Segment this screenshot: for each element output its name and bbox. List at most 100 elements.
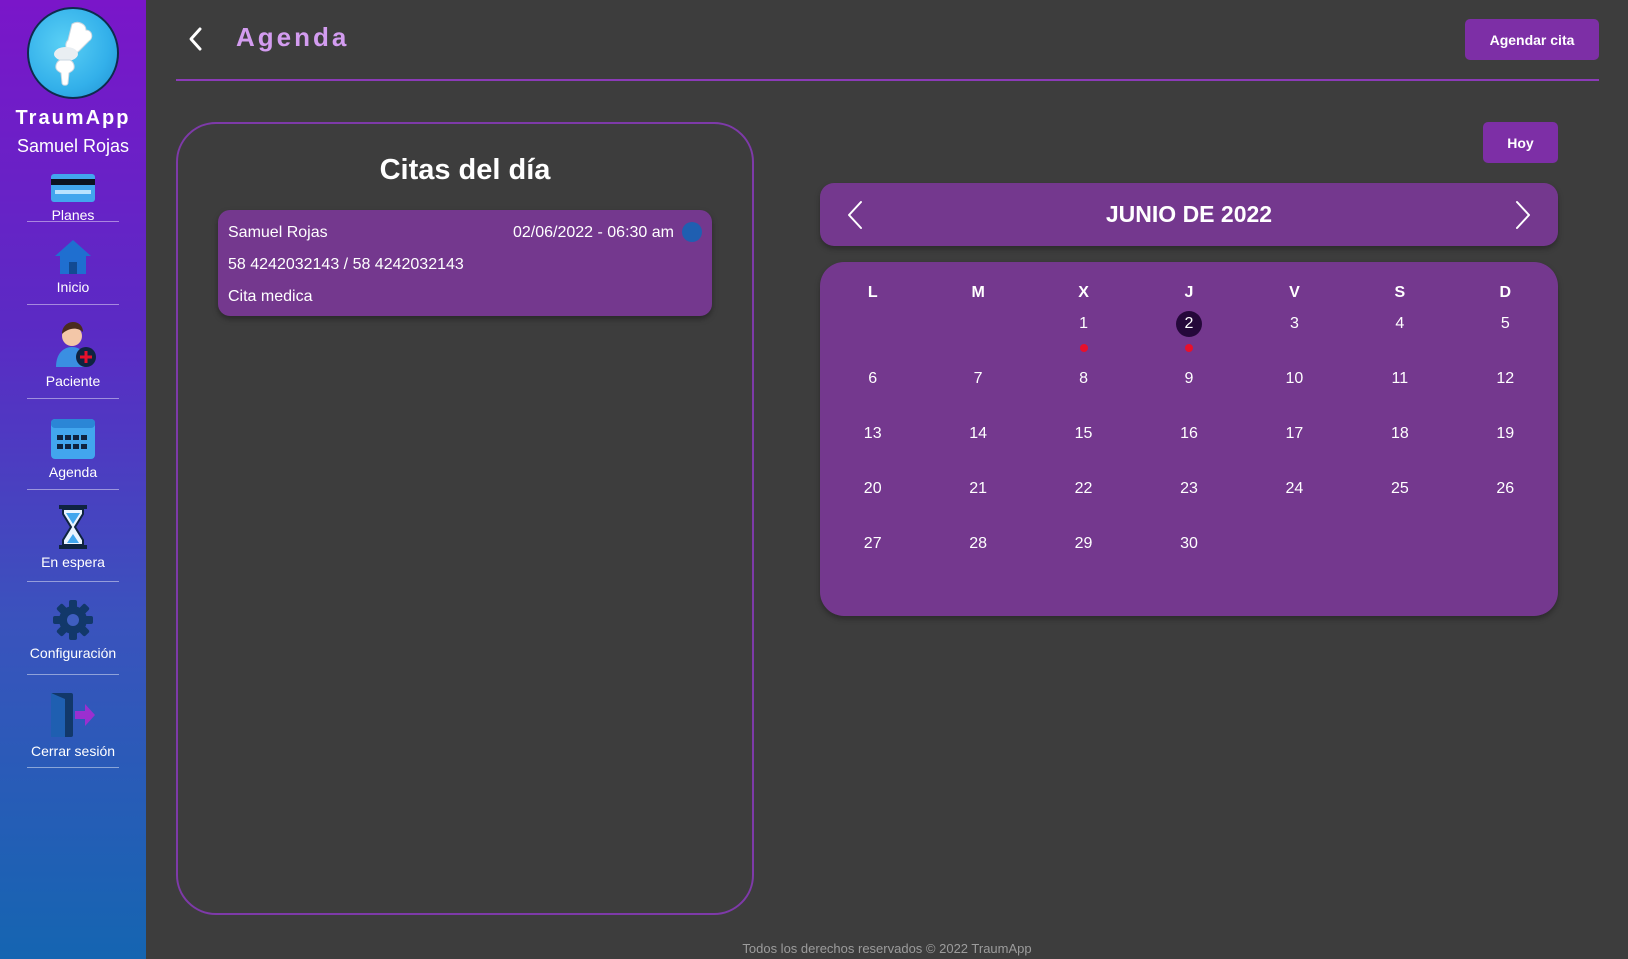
schedule-appointment-button[interactable]: Agendar cita xyxy=(1465,19,1599,60)
weekday-header: L xyxy=(867,284,878,301)
calendar-day[interactable]: 27 xyxy=(820,528,925,583)
header-divider xyxy=(176,79,1599,81)
sidebar-item-paciente[interactable]: Paciente xyxy=(27,305,119,399)
sidebar-item-configuracion[interactable]: Configuración xyxy=(27,582,119,675)
calendar-day[interactable]: 15 xyxy=(1031,418,1136,473)
calendar-day-number: 4 xyxy=(1395,315,1405,332)
calendar-day[interactable]: 18 xyxy=(1347,418,1452,473)
appointment-patient-name: Samuel Rojas xyxy=(228,224,328,241)
calendar-day-number: 18 xyxy=(1390,425,1409,442)
calendar-day[interactable]: 6 xyxy=(820,363,925,418)
calendar-day[interactable]: 5 xyxy=(1453,308,1558,363)
calendar-day-number: 22 xyxy=(1074,480,1093,497)
calendar-day-number: 25 xyxy=(1390,480,1409,497)
calendar-day[interactable]: 30 xyxy=(1136,528,1241,583)
calendar-grid-panel: L M X J V S D 1 2 3 4 5 6 7 8 9 10 11 12 13 14 15 16 17 18 19 20 21… xyxy=(820,262,1558,616)
calendar-day-number: 5 xyxy=(1500,315,1510,332)
calendar-day[interactable]: 19 xyxy=(1453,418,1558,473)
calendar-day-number: 7 xyxy=(973,370,983,387)
calendar-day[interactable]: 4 xyxy=(1347,308,1452,363)
hourglass-icon xyxy=(57,504,89,550)
calendar-icon xyxy=(50,418,96,460)
calendar-month-label: JUNIO DE 2022 xyxy=(1105,201,1273,227)
sidebar-item-inicio[interactable]: Inicio xyxy=(27,222,119,305)
chevron-left-icon xyxy=(189,27,202,51)
calendar-day[interactable]: 7 xyxy=(925,363,1030,418)
calendar-day-number: 21 xyxy=(969,480,988,497)
calendar-day-number: 14 xyxy=(969,425,988,442)
sidebar-item-label: Cerrar sesión xyxy=(30,743,116,759)
calendar-day-number: 29 xyxy=(1074,535,1093,552)
sidebar: TraumApp Samuel Rojas Planes Inicio Paci… xyxy=(0,0,146,959)
sidebar-item-label: Planes xyxy=(51,207,95,223)
calendar-day[interactable]: 11 xyxy=(1347,363,1452,418)
weekday-header: V xyxy=(1289,284,1300,301)
weekday-header: X xyxy=(1078,284,1089,301)
calendar-day[interactable]: 22 xyxy=(1031,473,1136,528)
sidebar-item-cerrar-sesion[interactable]: Cerrar sesión xyxy=(27,675,119,768)
calendar-day[interactable]: 1 xyxy=(1031,308,1136,363)
calendar-day[interactable]: 28 xyxy=(925,528,1030,583)
calendar-header: JUNIO DE 2022 xyxy=(820,183,1558,246)
calendar-day-number: 16 xyxy=(1180,425,1198,442)
appointment-datetime: 02/06/2022 - 06:30 am xyxy=(512,224,674,241)
calendar-day-number: 20 xyxy=(863,480,882,497)
calendar-day[interactable]: 21 xyxy=(925,473,1030,528)
sidebar-item-label: Configuración xyxy=(29,645,117,661)
calendar-day[interactable]: 20 xyxy=(820,473,925,528)
calendar-day-number: 30 xyxy=(1180,535,1198,552)
calendar-day-number: 23 xyxy=(1180,480,1198,497)
next-month-button[interactable] xyxy=(1514,200,1532,230)
bone-joint-icon xyxy=(54,21,93,86)
calendar-day-number: 17 xyxy=(1285,425,1304,442)
calendar-day[interactable]: 14 xyxy=(925,418,1030,473)
sidebar-item-en-espera[interactable]: En espera xyxy=(27,490,119,582)
gear-icon xyxy=(52,599,94,641)
sidebar-item-planes[interactable]: Planes xyxy=(27,165,119,223)
calendar-day[interactable]: 26 xyxy=(1453,473,1558,528)
appointment-phones: 58 4242032143 / 58 4242032143 xyxy=(228,256,464,273)
calendar-day[interactable]: 29 xyxy=(1031,528,1136,583)
calendar-day[interactable]: 17 xyxy=(1242,418,1347,473)
appointment-type: Cita medica xyxy=(228,288,313,305)
calendar-day[interactable]: 13 xyxy=(820,418,925,473)
calendar-empty-cell xyxy=(925,308,1030,363)
calendar-empty-cell xyxy=(820,308,925,363)
event-marker xyxy=(1079,344,1088,352)
calendar-day-number: 13 xyxy=(863,425,882,442)
weekday-header: J xyxy=(1184,284,1194,301)
calendar-grid: L M X J V S D 1 2 3 4 5 6 7 8 9 10 11 12 13 14 15 16 17 18 19 20 21… xyxy=(820,262,1558,583)
calendar-day-number: 3 xyxy=(1289,315,1299,332)
calendar-day-number: 10 xyxy=(1285,370,1304,387)
credit-card-icon xyxy=(50,173,96,203)
appointment-card[interactable]: Samuel Rojas 02/06/2022 - 06:30 am 58 42… xyxy=(218,210,712,316)
calendar-day[interactable]: 10 xyxy=(1242,363,1347,418)
calendar-day[interactable]: 23 xyxy=(1136,473,1241,528)
footer-copyright: Todos los derechos reservados © 2022 Tra… xyxy=(742,941,1032,956)
today-button[interactable]: Hoy xyxy=(1483,122,1558,163)
calendar-day[interactable]: 16 xyxy=(1136,418,1241,473)
chevron-right-icon xyxy=(1516,201,1530,229)
add-patient-icon xyxy=(48,321,98,369)
weekday-header: S xyxy=(1394,284,1406,301)
calendar-day-number: 24 xyxy=(1285,480,1304,497)
app-logo xyxy=(27,7,119,99)
appointment-status-dot xyxy=(682,222,702,242)
calendar-day[interactable]: 12 xyxy=(1453,363,1558,418)
weekday-header: D xyxy=(1499,284,1512,301)
sidebar-item-agenda[interactable]: Agenda xyxy=(27,399,119,490)
sidebar-item-label: Agenda xyxy=(48,464,98,480)
calendar-day[interactable]: 24 xyxy=(1242,473,1347,528)
sidebar-item-label: En espera xyxy=(41,554,105,570)
calendar-day[interactable]: 9 xyxy=(1136,363,1241,418)
weekday-header: M xyxy=(971,284,985,301)
calendar-day-number: 11 xyxy=(1391,370,1409,387)
calendar-day-number: 27 xyxy=(863,535,882,552)
user-name: Samuel Rojas xyxy=(16,136,130,156)
calendar-day[interactable]: 2 xyxy=(1136,308,1241,363)
calendar-day[interactable]: 8 xyxy=(1031,363,1136,418)
calendar-day-number: 6 xyxy=(868,370,878,387)
calendar-day[interactable]: 25 xyxy=(1347,473,1452,528)
back-button[interactable] xyxy=(186,26,206,52)
calendar-day[interactable]: 3 xyxy=(1242,308,1347,363)
